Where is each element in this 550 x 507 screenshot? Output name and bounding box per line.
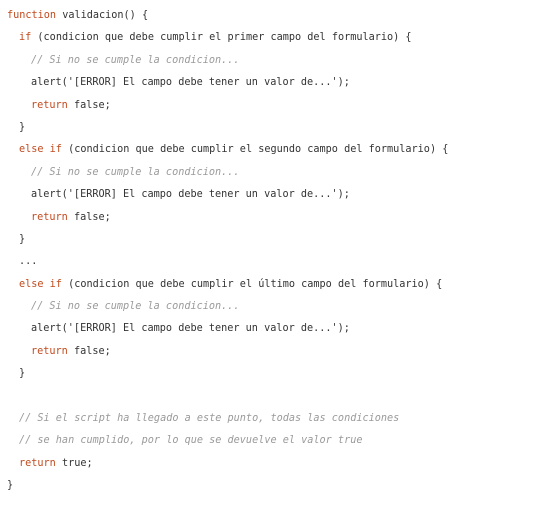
code-line: // se han cumplido, por lo que se devuel… <box>0 430 550 452</box>
code-line: } <box>0 117 550 139</box>
code-text: } <box>19 233 26 245</box>
code-line: alert('[ERROR] El campo debe tener un va… <box>0 184 550 206</box>
code-line: return true; <box>0 453 550 475</box>
code-text: false; <box>67 99 111 111</box>
code-line: alert('[ERROR] El campo debe tener un va… <box>0 72 550 94</box>
code-line: // Si no se cumple la condicion... <box>0 296 550 318</box>
code-comment: // Si no se cumple la condicion... <box>31 301 240 313</box>
code-text: (condicion que debe cumplir el último ca… <box>61 278 443 290</box>
code-keyword: return <box>31 99 68 111</box>
code-text: false; <box>67 211 111 223</box>
code-comment: // Si el script ha llegado a este punto,… <box>19 413 400 425</box>
code-keyword: return <box>31 345 68 357</box>
code-text: alert('[ERROR] El campo debe tener un va… <box>31 77 350 89</box>
code-line: } <box>0 475 550 497</box>
code-text: true; <box>55 457 93 469</box>
code-text: } <box>7 480 14 492</box>
code-text: alert('[ERROR] El campo debe tener un va… <box>31 323 350 335</box>
code-comment: // Si no se cumple la condicion... <box>31 166 240 178</box>
code-line: return false; <box>0 341 550 363</box>
code-text: (condicion que debe cumplir el segundo c… <box>61 144 449 156</box>
code-keyword: return <box>19 457 56 469</box>
code-line: } <box>0 229 550 251</box>
code-keyword: else if <box>19 144 62 156</box>
code-text: (condicion que debe cumplir el primer ca… <box>31 32 412 44</box>
code-comment: // se han cumplido, por lo que se devuel… <box>19 435 363 447</box>
code-line: alert('[ERROR] El campo debe tener un va… <box>0 318 550 340</box>
code-keyword: else if <box>19 278 62 290</box>
code-keyword: return <box>31 211 68 223</box>
code-line: // Si no se cumple la condicion... <box>0 162 550 184</box>
code-block: function validacion() {if (condicion que… <box>0 5 550 498</box>
code-line: ... <box>0 251 550 273</box>
code-text: } <box>19 368 26 380</box>
code-text: alert('[ERROR] El campo debe tener un va… <box>31 189 350 201</box>
code-line: else if (condicion que debe cumplir el s… <box>0 139 550 161</box>
code-line: } <box>0 363 550 385</box>
code-text: validacion() { <box>56 10 149 21</box>
code-line: return false; <box>0 95 550 117</box>
code-line: else if (condicion que debe cumplir el ú… <box>0 274 550 296</box>
code-text: false; <box>67 345 111 357</box>
code-line: if (condicion que debe cumplir el primer… <box>0 27 550 49</box>
code-line: return false; <box>0 207 550 229</box>
code-keyword: function <box>7 10 57 21</box>
code-comment: // Si no se cumple la condicion... <box>31 54 240 66</box>
code-line: // Si no se cumple la condicion... <box>0 50 550 72</box>
code-text: } <box>19 121 26 133</box>
code-line: // Si el script ha llegado a este punto,… <box>0 408 550 430</box>
code-keyword: if <box>19 32 32 44</box>
code-text: ... <box>19 256 38 268</box>
code-line: function validacion() { <box>0 5 550 27</box>
